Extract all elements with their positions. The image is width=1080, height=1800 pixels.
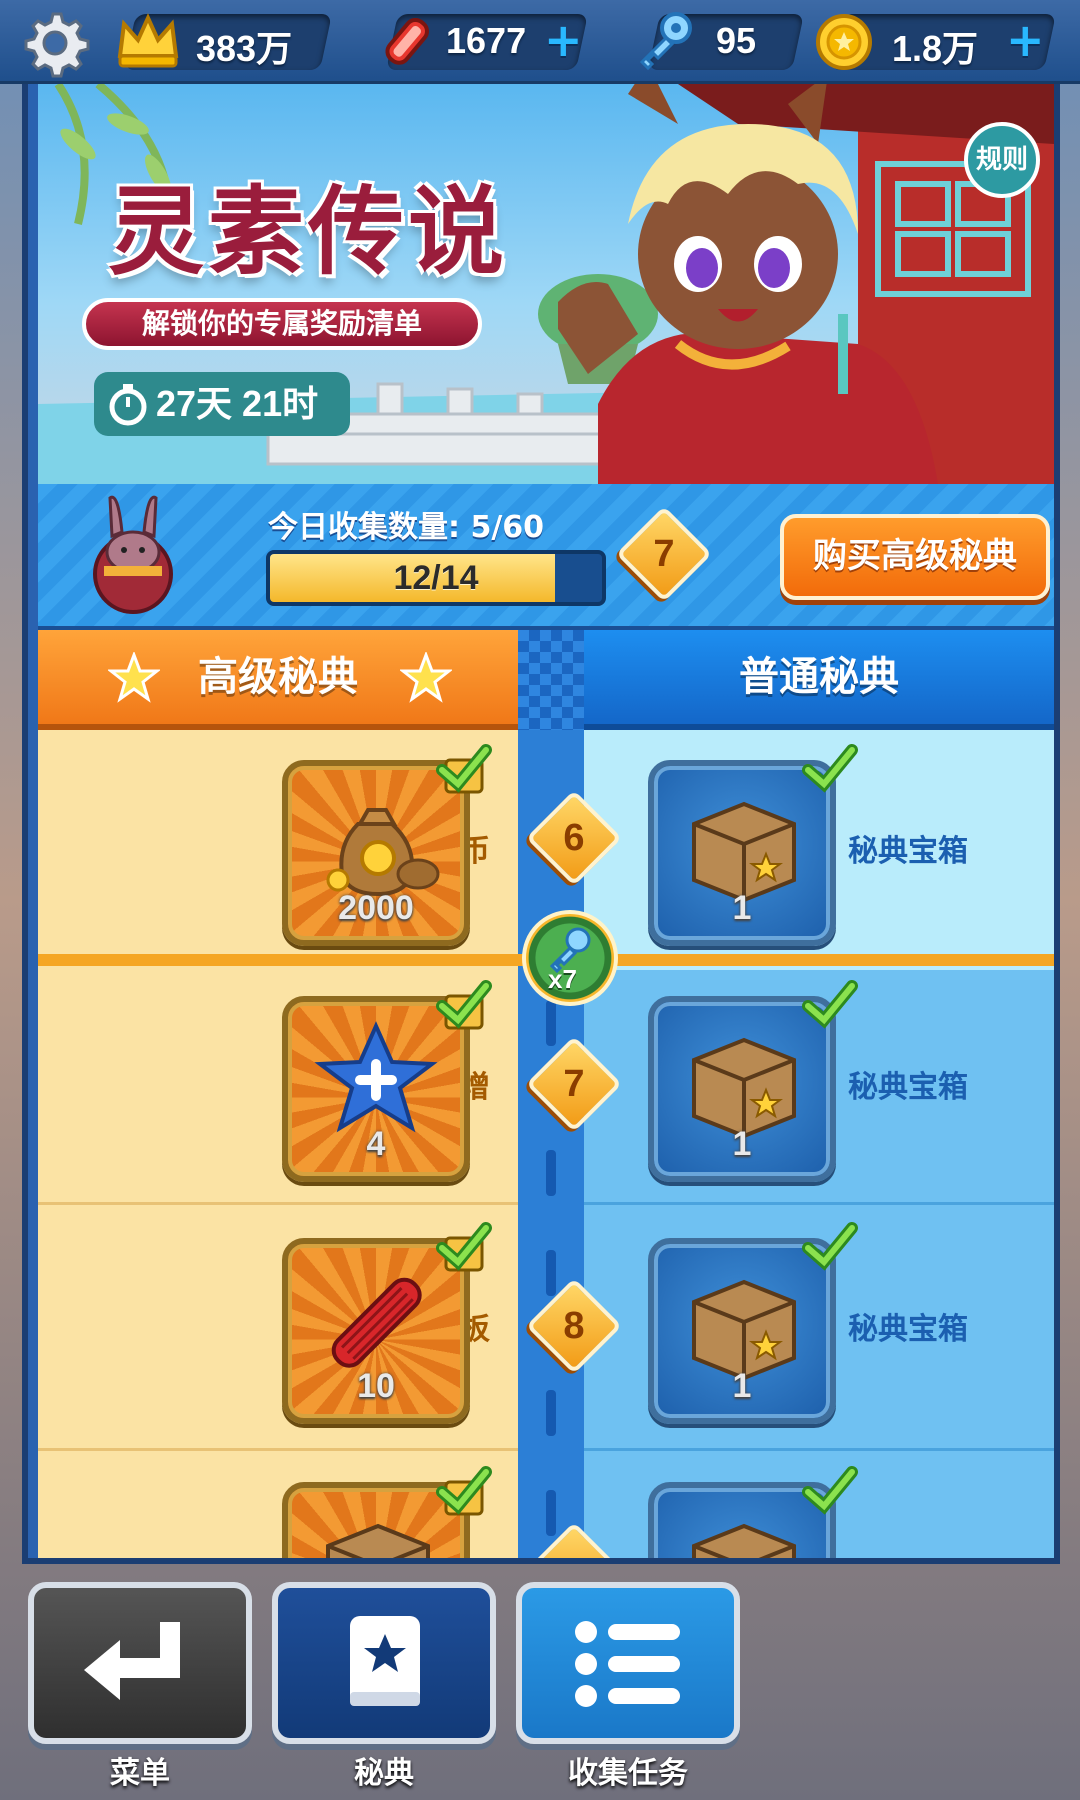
coin-value: 1.8万	[892, 28, 979, 69]
daily-collected-count: 今日收集数量: 5/60	[268, 510, 545, 545]
add-coin-button[interactable]: +	[1006, 17, 1045, 63]
collection-progress-strip: 今日收集数量: 5/60 12/14 7 购买高级秘典	[38, 484, 1054, 630]
current-level-badge: 7	[615, 505, 713, 603]
pass-book-label: 秘典	[354, 1756, 414, 1791]
level-progress-text: 12/14	[393, 559, 479, 597]
rules-button[interactable]: 规则	[964, 122, 1040, 198]
reward-row: 滑板 10 8	[38, 1208, 1054, 1451]
star-book-icon	[350, 1616, 420, 1706]
collection-panel: 灵素传说 解锁你的专属奖励清单 27天 21时 规则 今日收集数量: 5/60 …	[22, 84, 1060, 1564]
hoverboard-value: 1677	[446, 20, 527, 61]
premium-reward-qty: 4	[366, 1125, 386, 1163]
current-level-value: 7	[653, 533, 675, 575]
claimed-check-icon	[436, 1222, 492, 1272]
stopwatch-icon	[109, 384, 147, 426]
crown-icon	[117, 13, 179, 68]
level-badge: 7	[525, 1035, 623, 1133]
normal-reward-label: 秘典宝箱	[848, 1312, 968, 1347]
treasure-chest-icon	[692, 801, 796, 903]
score-star-icon	[314, 1021, 438, 1133]
menu-label: 菜单	[110, 1756, 170, 1791]
bunny-token-icon	[93, 495, 173, 614]
hoverboard-icon	[385, 17, 429, 65]
level-progress-bar: 12/14	[266, 550, 606, 606]
gear-icon[interactable]	[20, 8, 90, 78]
normal-reward-qty: 1	[732, 889, 752, 927]
treasure-chest-icon	[692, 1523, 796, 1558]
resource-bar: 383万 1677 + 95 1.8万 +	[0, 0, 1080, 84]
star-icon	[400, 652, 452, 703]
reward-row: 得分倍增 4 7 1	[38, 966, 1054, 1206]
level-badge	[525, 1521, 623, 1558]
treasure-chest-icon	[692, 1279, 796, 1381]
collection-tasks-label: 收集任务	[568, 1756, 688, 1791]
normal-reward-label: 秘典宝箱	[848, 1070, 968, 1105]
claimed-check-icon	[802, 1466, 858, 1515]
event-subtitle: 解锁你的专属奖励清单	[82, 298, 482, 350]
menu-button[interactable]	[28, 1582, 252, 1744]
reward-list[interactable]: 金币 2000 6	[38, 730, 1054, 1558]
claimed-check-icon	[436, 744, 492, 794]
event-title: 灵素传说	[108, 175, 508, 288]
claimed-check-icon	[802, 1222, 858, 1271]
tab-normal-label: 普通秘典	[739, 654, 899, 700]
claimed-check-icon	[436, 980, 492, 1030]
normal-reward-qty: 1	[732, 1125, 752, 1163]
treasure-chest-icon	[692, 1037, 796, 1139]
tab-divider	[518, 630, 584, 730]
coin-bag-icon	[326, 808, 440, 897]
claimed-check-icon	[436, 1466, 492, 1516]
crown-value: 383万	[196, 28, 293, 69]
tab-normal-pass[interactable]: 普通秘典	[584, 630, 1054, 730]
claimed-check-icon	[802, 980, 858, 1029]
timer-text: 27天 21时	[156, 383, 319, 424]
premium-reward-qty: 2000	[338, 889, 414, 927]
normal-reward-label: 秘典宝箱	[848, 834, 968, 869]
add-hoverboard-button[interactable]: +	[544, 17, 583, 63]
treasure-chest-icon	[326, 1523, 430, 1558]
pass-book-button[interactable]	[272, 1582, 496, 1744]
tab-premium-pass[interactable]: 高级秘典	[38, 630, 518, 730]
event-timer: 27天 21时	[94, 372, 350, 436]
normal-reward-qty: 1	[732, 1367, 752, 1405]
hoverboard-icon	[331, 1277, 422, 1368]
premium-reward-qty: 10	[357, 1367, 395, 1405]
return-arrow-icon	[84, 1622, 180, 1700]
reward-row	[38, 1452, 1054, 1558]
event-banner: 灵素传说 解锁你的专属奖励清单 27天 21时 规则	[38, 84, 1054, 484]
key-value: 95	[716, 20, 757, 61]
claimed-check-icon	[802, 744, 858, 793]
collection-tasks-button[interactable]	[516, 1582, 740, 1744]
coin-icon	[816, 14, 872, 70]
list-icon	[575, 1621, 680, 1707]
level-badge: 8	[525, 1277, 623, 1375]
key-icon	[639, 12, 692, 71]
pass-tabs: 高级秘典 普通秘典	[38, 630, 1054, 730]
buy-premium-pass-button[interactable]: 购买高级秘典	[780, 514, 1050, 600]
